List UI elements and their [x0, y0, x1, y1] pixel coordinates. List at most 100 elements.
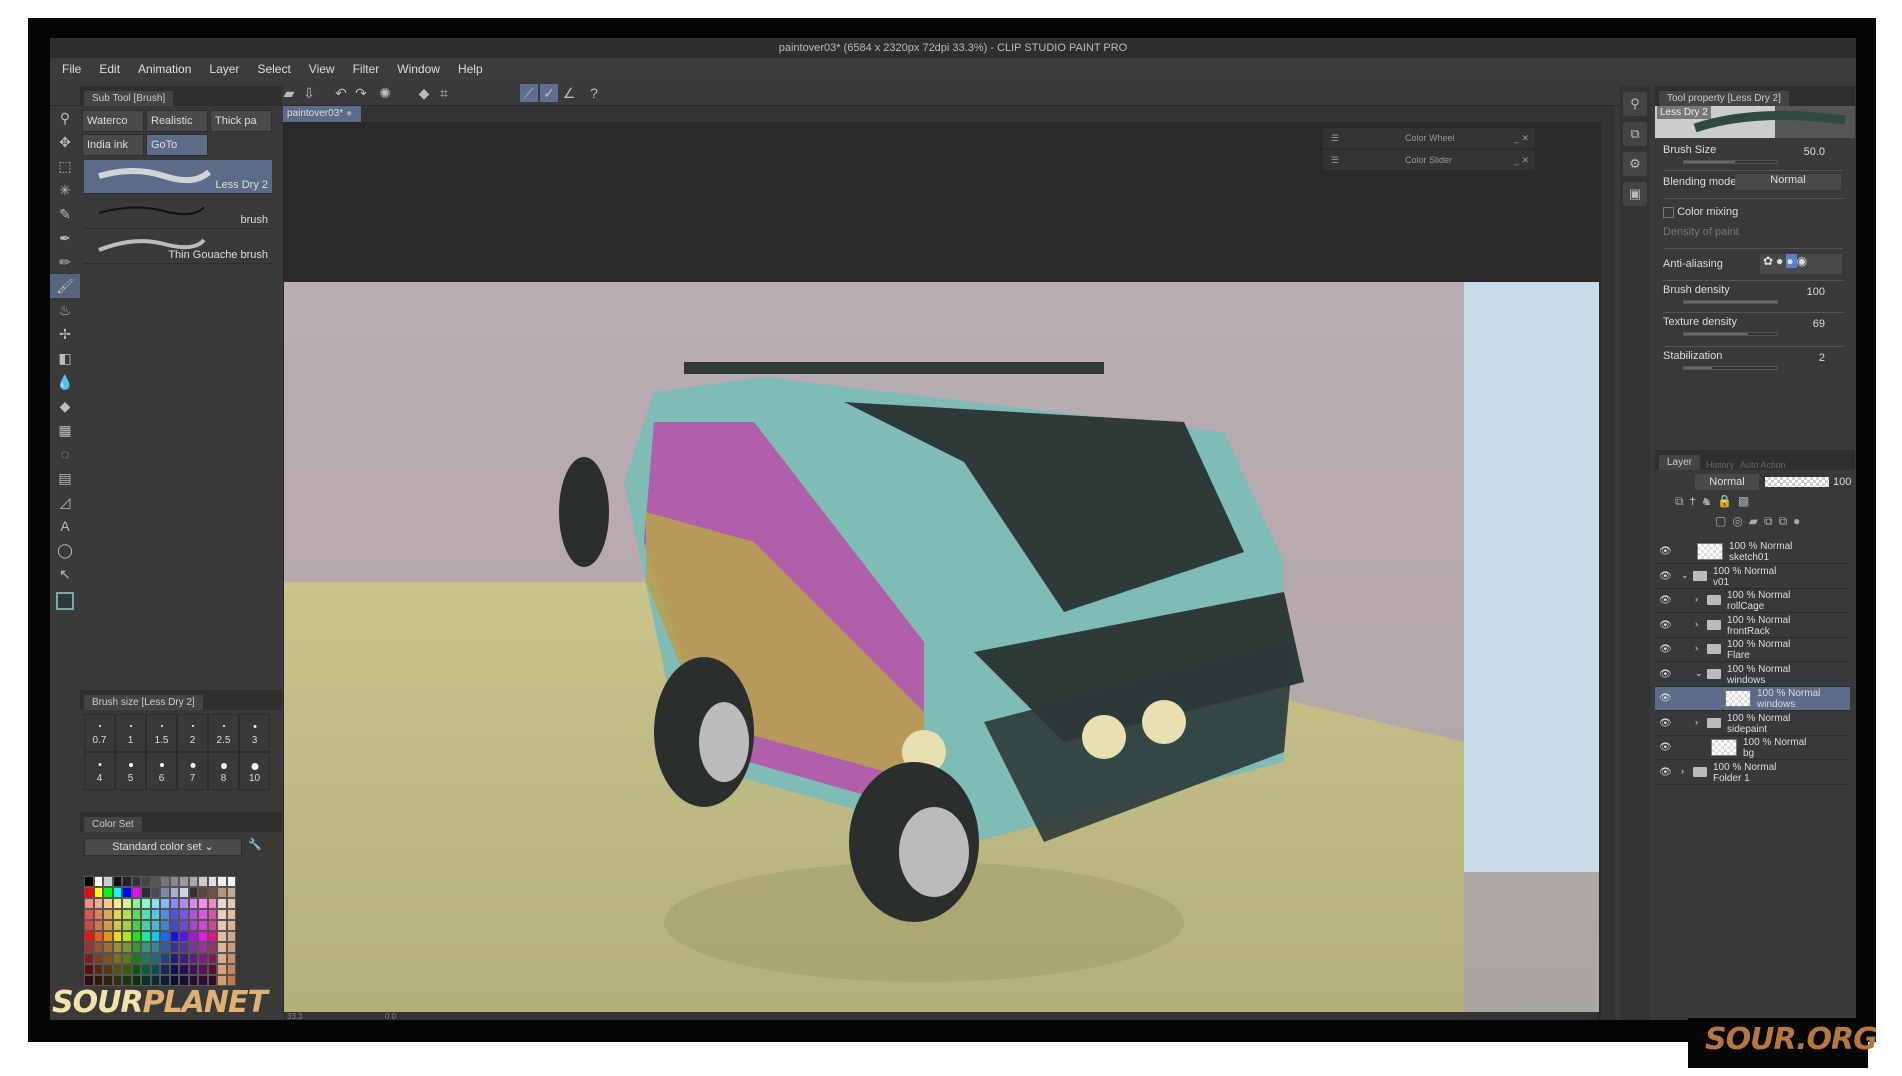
color-swatch[interactable]: [131, 898, 141, 909]
color-swatch[interactable]: [217, 909, 227, 920]
layer-property-icon[interactable]: ⧉: [1623, 122, 1647, 146]
color-swatch[interactable]: [93, 909, 103, 920]
tab-auto-action[interactable]: Auto Action: [1740, 460, 1786, 470]
chevron-right-icon[interactable]: ›: [1695, 619, 1698, 629]
color-swatch[interactable]: [217, 898, 227, 909]
color-swatch[interactable]: [188, 898, 198, 909]
color-swatch[interactable]: [122, 964, 132, 975]
color-swatch[interactable]: [217, 942, 227, 953]
eye-icon[interactable]: 👁: [1659, 644, 1672, 655]
blending-dropdown[interactable]: Normal: [1735, 174, 1841, 190]
brush-less-dry-2[interactable]: Less Dry 2: [84, 160, 272, 194]
color-swatch[interactable]: [169, 964, 179, 975]
color-swatch[interactable]: [141, 942, 151, 953]
save-icon[interactable]: ⇩: [300, 84, 318, 102]
color-swatch[interactable]: [198, 920, 208, 931]
color-swatch[interactable]: [207, 953, 217, 964]
color-swatch[interactable]: [112, 942, 122, 953]
color-swatch[interactable]: [207, 964, 217, 975]
color-swatch[interactable]: [150, 931, 160, 942]
color-mixing-checkbox[interactable]: Color mixing: [1663, 206, 1843, 218]
color-swatch[interactable]: [103, 909, 113, 920]
brush-size-tab[interactable]: Brush size [Less Dry 2]: [84, 695, 203, 710]
color-swatch[interactable]: [226, 909, 236, 920]
main-color-swatch[interactable]: [56, 592, 74, 610]
size-cell[interactable]: 0.7: [84, 714, 115, 752]
size-cell[interactable]: 10: [239, 752, 270, 790]
layer-row[interactable]: 👁 › 100 % Normal Folder 1: [1655, 761, 1850, 785]
color-swatch[interactable]: [131, 964, 141, 975]
color-swatch[interactable]: [141, 876, 151, 887]
balloon-icon[interactable]: ◯: [50, 538, 80, 562]
group-thick-paint[interactable]: Thick pa: [210, 110, 272, 132]
color-swatch[interactable]: [93, 876, 103, 887]
color-swatch[interactable]: [160, 953, 170, 964]
color-swatch[interactable]: [131, 876, 141, 887]
figure-icon[interactable]: ◌: [50, 442, 80, 466]
color-swatch[interactable]: [160, 942, 170, 953]
color-swatch[interactable]: [103, 898, 113, 909]
color-swatch[interactable]: [169, 909, 179, 920]
color-swatch[interactable]: [226, 931, 236, 942]
color-swatch[interactable]: [103, 953, 113, 964]
color-swatch[interactable]: [84, 876, 94, 887]
texture-density-setting[interactable]: Texture density 69: [1663, 316, 1843, 342]
zoom-tool-icon[interactable]: ⚲: [50, 106, 80, 130]
color-swatch[interactable]: [131, 931, 141, 942]
color-swatch[interactable]: [160, 931, 170, 942]
chevron-right-icon[interactable]: ›: [1695, 643, 1698, 653]
color-swatch[interactable]: [217, 920, 227, 931]
color-swatch[interactable]: [179, 964, 189, 975]
size-cell[interactable]: 1: [115, 714, 146, 752]
color-swatch[interactable]: [198, 887, 208, 898]
tool-property-tab[interactable]: Tool property [Less Dry 2]: [1659, 91, 1789, 106]
tab-history[interactable]: History: [1706, 460, 1734, 470]
color-swatch[interactable]: [207, 942, 217, 953]
color-swatch[interactable]: [179, 953, 189, 964]
color-swatch[interactable]: [141, 920, 151, 931]
chevron-down-icon[interactable]: ⌄: [1681, 570, 1689, 581]
color-swatch[interactable]: [179, 898, 189, 909]
layer-blend-dropdown[interactable]: Normal: [1695, 474, 1759, 490]
menu-help[interactable]: Help: [449, 58, 492, 80]
color-swatch[interactable]: [93, 953, 103, 964]
snap-ruler-icon[interactable]: ⟋: [520, 84, 538, 102]
color-swatch[interactable]: [160, 909, 170, 920]
ruler-icon[interactable]: ◿: [50, 490, 80, 514]
gradient-icon[interactable]: ▦: [50, 418, 80, 442]
color-swatch[interactable]: [122, 876, 132, 887]
color-swatch[interactable]: [103, 942, 113, 953]
layer-row[interactable]: 👁 ⌄ 100 % Normal windows: [1655, 663, 1850, 687]
color-swatch[interactable]: [169, 887, 179, 898]
eyedropper-icon[interactable]: ✎: [50, 202, 80, 226]
color-swatch[interactable]: [131, 953, 141, 964]
color-swatch[interactable]: [188, 876, 198, 887]
layer-row[interactable]: 👁 100 % Normal sketch01: [1655, 540, 1850, 564]
color-swatch[interactable]: [226, 876, 236, 887]
color-swatch[interactable]: [84, 909, 94, 920]
eraser-icon[interactable]: ◧: [50, 346, 80, 370]
color-swatch[interactable]: [160, 920, 170, 931]
color-swatch[interactable]: [141, 887, 151, 898]
size-cell[interactable]: 6: [146, 752, 177, 790]
color-swatch[interactable]: [141, 964, 151, 975]
color-swatch[interactable]: [84, 898, 94, 909]
color-swatch[interactable]: [188, 942, 198, 953]
chevron-right-icon[interactable]: ›: [1695, 717, 1698, 727]
color-swatch[interactable]: [150, 920, 160, 931]
color-swatch[interactable]: [150, 964, 160, 975]
color-swatch[interactable]: [141, 931, 151, 942]
group-realistic[interactable]: Realistic: [146, 110, 208, 132]
color-swatch[interactable]: [112, 898, 122, 909]
color-swatch[interactable]: [179, 920, 189, 931]
menu-animation[interactable]: Animation: [129, 58, 200, 80]
group-india-ink[interactable]: India ink: [82, 134, 144, 156]
sub-tool-tab[interactable]: Sub Tool [Brush]: [84, 91, 174, 106]
auto-select-icon[interactable]: ✳: [50, 178, 80, 202]
color-swatch[interactable]: [131, 942, 141, 953]
color-swatch[interactable]: [93, 942, 103, 953]
brush-tool-icon[interactable]: 🖌: [50, 274, 80, 298]
color-swatch[interactable]: [188, 920, 198, 931]
color-swatch[interactable]: [226, 887, 236, 898]
crop-icon[interactable]: ⌗: [435, 84, 453, 102]
